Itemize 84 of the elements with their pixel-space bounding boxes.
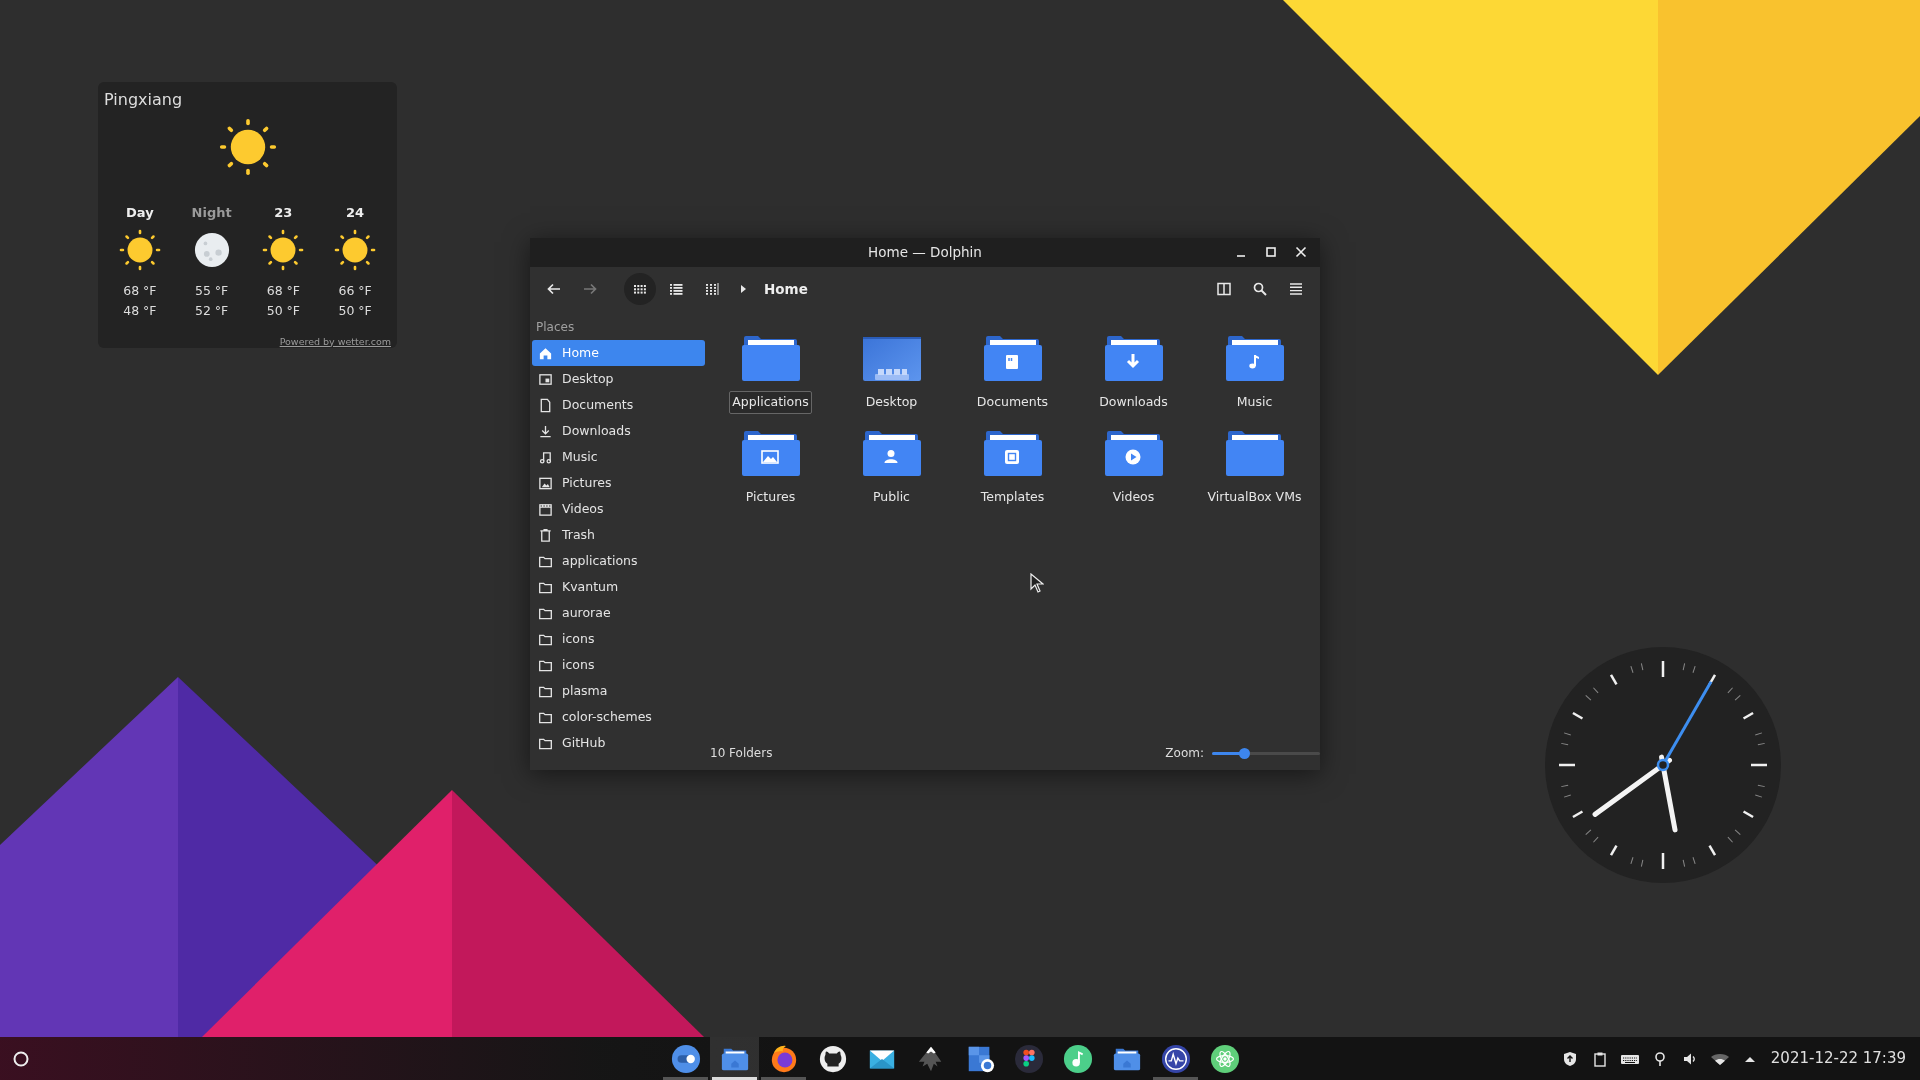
back-arrow-icon[interactable] xyxy=(546,281,562,297)
folder-label[interactable]: Desktop xyxy=(862,391,921,414)
low-temperature: 52 °F xyxy=(194,301,229,320)
window-title: Home — Dolphin xyxy=(868,243,982,263)
folder-label[interactable]: Documents xyxy=(973,391,1052,414)
sidebar-item[interactable]: Pictures xyxy=(532,470,705,496)
low-temperature: 50 °F xyxy=(338,301,372,320)
folder-label[interactable]: VirtualBox VMs xyxy=(1204,485,1305,509)
folder-music-icon[interactable] xyxy=(1223,333,1286,383)
forecast-label: Day xyxy=(126,204,154,222)
maximize-icon[interactable] xyxy=(1264,245,1278,259)
folder-label[interactable]: Music xyxy=(1233,391,1276,414)
sidebar-item[interactable]: Trash xyxy=(532,522,705,548)
close-icon[interactable] xyxy=(1294,245,1308,259)
sidebar-item[interactable]: Videos xyxy=(532,496,705,522)
high-temperature: 68 °F xyxy=(266,281,301,300)
folder-label[interactable]: Pictures xyxy=(742,485,799,509)
sidebar-item[interactable]: Downloads xyxy=(532,418,705,444)
sun-icon xyxy=(218,118,277,176)
breadcrumb-arrow-icon[interactable] xyxy=(738,284,748,294)
sidebar-item[interactable]: Desktop xyxy=(532,366,705,392)
search-icon[interactable] xyxy=(1252,281,1268,297)
menu-icon[interactable] xyxy=(1288,281,1304,297)
forecast-label: Night xyxy=(191,204,232,222)
sun-icon xyxy=(262,228,305,271)
zoom-label: Zoom: xyxy=(1165,745,1204,762)
sidebar-item[interactable]: icons xyxy=(532,652,705,678)
clipboard-icon[interactable] xyxy=(1591,1050,1608,1067)
film-icon xyxy=(538,501,553,517)
sidebar-item[interactable]: Music xyxy=(532,444,705,470)
launcher-icon[interactable] xyxy=(12,1049,30,1068)
folder-label[interactable]: Templates xyxy=(977,485,1048,509)
monitor-icon xyxy=(538,371,553,387)
forecast-label: 24 xyxy=(346,204,365,222)
sun-icon xyxy=(334,228,377,271)
folder-label[interactable]: Applications xyxy=(729,391,812,414)
home-icon xyxy=(538,345,553,361)
music-note-icon xyxy=(1062,1043,1093,1074)
high-temperature: 66 °F xyxy=(338,281,372,300)
sidebar-item[interactable]: icons xyxy=(532,626,705,652)
trash-icon xyxy=(538,527,553,543)
cat-icon xyxy=(817,1043,848,1074)
sidebar-heading: Places xyxy=(535,319,576,336)
dots-icon xyxy=(1013,1043,1044,1074)
sidebar-item[interactable]: GitHub xyxy=(532,730,705,756)
low-temperature: 48 °F xyxy=(123,301,157,320)
forecast-label: 23 xyxy=(274,204,293,222)
slider-handle[interactable] xyxy=(1239,747,1251,759)
city-name: Pingxiang xyxy=(104,89,184,111)
folder-label[interactable]: Videos xyxy=(1109,485,1158,509)
shield-icon[interactable] xyxy=(1561,1050,1578,1067)
music-note-icon xyxy=(538,449,553,465)
document-icon xyxy=(538,397,553,413)
breadcrumb-item[interactable]: Home xyxy=(760,278,812,300)
high-temperature: 55 °F xyxy=(194,281,229,300)
view-mode-button[interactable] xyxy=(624,273,656,305)
columns-icon xyxy=(704,281,720,297)
credit-link[interactable]: Powered by wetter.com xyxy=(279,334,391,349)
folder-download-icon[interactable] xyxy=(1102,333,1165,383)
folder-label[interactable]: Downloads xyxy=(1096,391,1171,414)
folder-icon[interactable] xyxy=(739,333,802,383)
sidebar-item[interactable]: plasma xyxy=(532,678,705,704)
taskbar-button[interactable] xyxy=(710,1037,759,1080)
sun-icon xyxy=(118,228,161,271)
clock-text[interactable]: 2021-12-22 17:39 xyxy=(1764,1047,1912,1070)
sidebar-item[interactable]: Kvantum xyxy=(532,574,705,600)
sidebar-item[interactable]: aurorae xyxy=(532,600,705,626)
list-icon xyxy=(668,281,684,297)
atom-icon xyxy=(1209,1043,1240,1074)
folder-document-icon[interactable] xyxy=(981,333,1044,383)
sidebar-item[interactable]: Documents xyxy=(532,392,705,418)
folder-label[interactable]: Public xyxy=(870,485,913,509)
status-text: 10 Folders xyxy=(710,745,773,762)
low-temperature: 50 °F xyxy=(266,301,301,320)
sidebar-item[interactable]: applications xyxy=(532,548,705,574)
toggle-switch-icon xyxy=(670,1043,701,1074)
picture-icon xyxy=(538,475,553,491)
high-temperature: 68 °F xyxy=(123,281,157,300)
split-view-icon[interactable] xyxy=(1216,281,1232,297)
download-icon xyxy=(538,423,553,439)
mouse-pointer-icon xyxy=(1030,573,1044,593)
waveform-icon xyxy=(1160,1043,1191,1074)
sidebar-item[interactable]: color-schemes xyxy=(532,704,705,730)
sidebar-item[interactable]: Home xyxy=(532,340,705,366)
